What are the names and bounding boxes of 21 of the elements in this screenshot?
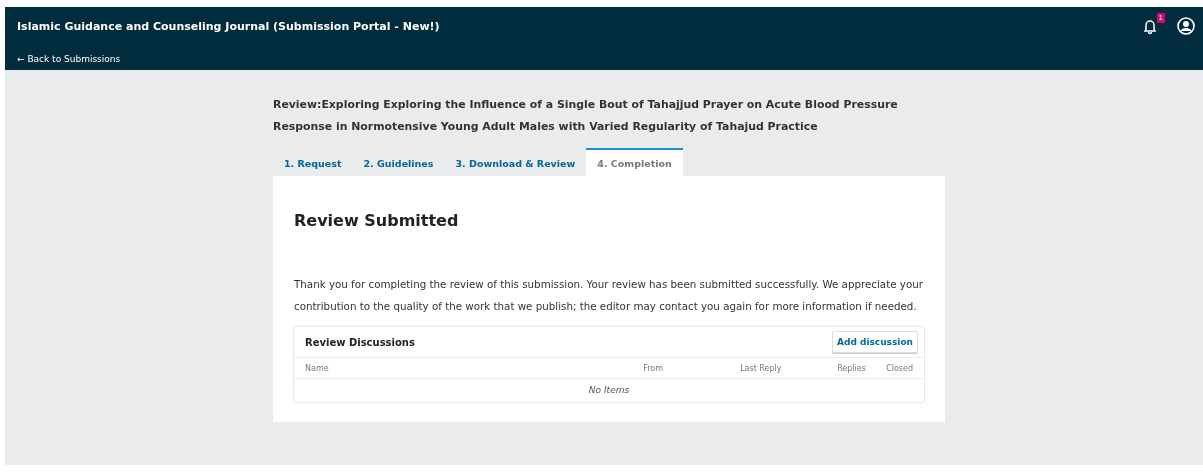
user-account-icon[interactable] [1177, 17, 1195, 35]
empty-message: No Items [588, 385, 630, 395]
column-header: Last Reply [740, 364, 783, 373]
back-link[interactable]: ← Back to Submissions [17, 54, 121, 64]
panel-heading: Review Submitted [294, 211, 460, 230]
notifications-button[interactable]: 1 [1141, 13, 1165, 35]
journal-title: Islamic Guidance and Counseling Journal (Submission Portal - New!) [17, 19, 440, 33]
column-header: Replies [837, 364, 867, 373]
notification-count: 1 [1156, 13, 1165, 23]
step-tab[interactable]: 1. Request [273, 148, 353, 176]
review-title: Review:Exploring Exploring the Influence of a Single Bout of Tahajjud Prayer on Acute Blood Pressure Response in Normotensive Young Adult Males with Varied Regularity of Tahajud Practice [273, 97, 899, 135]
column-header: From [643, 364, 664, 373]
column-header: Closed [886, 364, 913, 373]
confirmation-message: Thank you for completing the review of this submission. Your review has been submitted successfully. We appreciate your contribution to the quality of the work that we publish; the editor may contact you again for more information if needed. [294, 277, 924, 314]
table-title: Review Discussions [305, 336, 415, 348]
bell-icon [1141, 17, 1159, 35]
column-header: Name [305, 364, 330, 373]
step-tab[interactable]: 4. Completion [586, 148, 683, 176]
step-tab[interactable]: 2. Guidelines [352, 148, 445, 176]
step-tab[interactable]: 3. Download & Review [444, 148, 587, 176]
add-discussion-button[interactable]: Add discussion [832, 331, 918, 353]
